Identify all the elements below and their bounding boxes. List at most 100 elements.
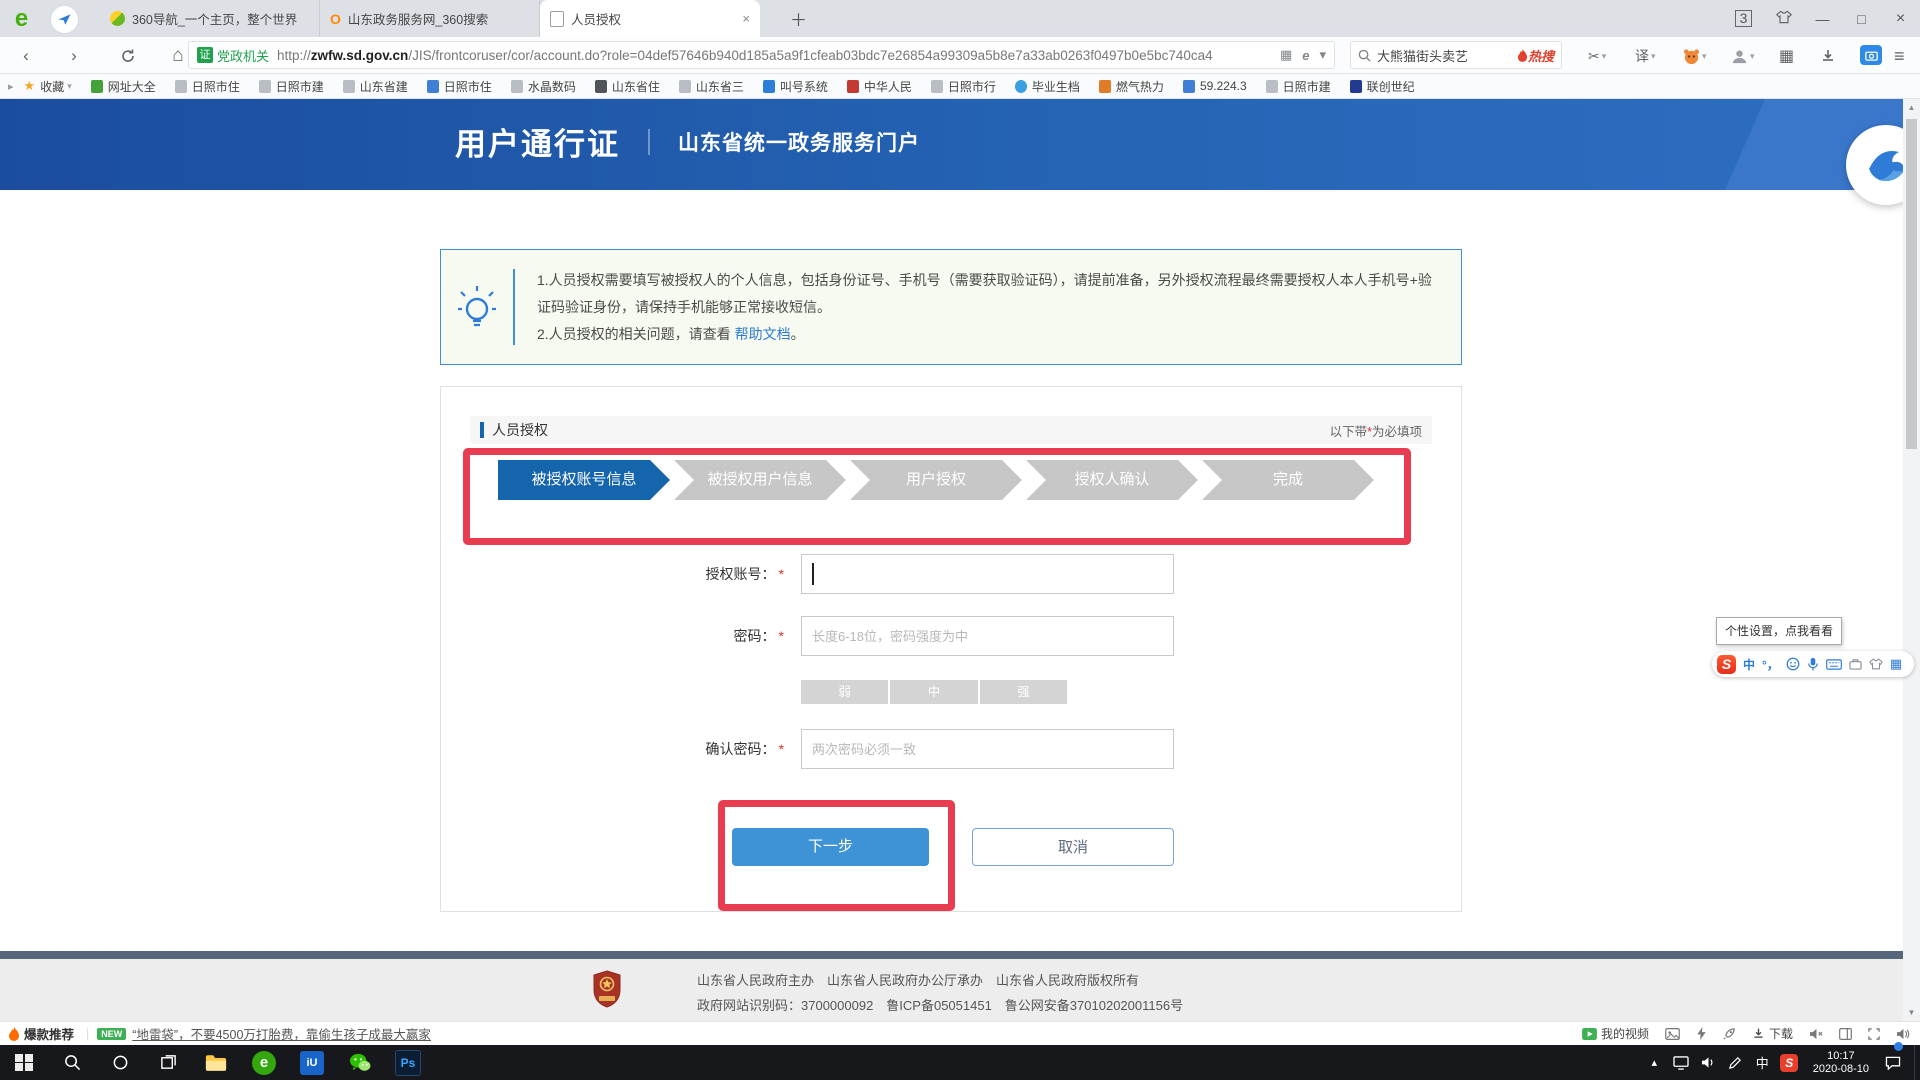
close-button[interactable]: × [1881, 10, 1920, 28]
maximize-button[interactable]: □ [1842, 11, 1881, 27]
ime-language-indicator[interactable]: 中 [1749, 1053, 1776, 1072]
bookmark-item[interactable]: 日照市建 [259, 78, 324, 95]
browser-360-logo-icon[interactable]: e [8, 5, 35, 32]
clip-tool-button[interactable]: ✂▾ [1588, 44, 1606, 68]
taskbar-search-button[interactable] [48, 1045, 96, 1080]
mute-button[interactable] [1809, 1028, 1823, 1040]
forward-button[interactable]: › [62, 44, 86, 68]
side-panel-button[interactable] [1839, 1028, 1852, 1040]
scroll-down-icon[interactable]: ▼ [1903, 1008, 1920, 1017]
bookmark-item[interactable]: 联创世纪 [1350, 78, 1415, 95]
next-step-button[interactable]: 下一步 [732, 828, 929, 866]
toolbox-icon[interactable] [1849, 658, 1862, 670]
photoshop-button[interactable]: Ps [384, 1045, 432, 1080]
bookmark-item[interactable]: 毕业生档 [1015, 78, 1080, 95]
ime-punctuation-icon[interactable]: °， [1762, 656, 1779, 673]
url-dropdown-icon[interactable]: ▾ [1319, 47, 1326, 63]
download-bar-button[interactable]: 下载 [1752, 1025, 1793, 1042]
tab-360-nav[interactable]: 360导航_一个主页，整个世界 [100, 0, 320, 37]
hot-search-link[interactable]: 热搜 [1517, 46, 1554, 65]
sogou-ime-toolbar[interactable]: S 中 °， ▦ [1712, 651, 1914, 677]
boost-button[interactable] [1696, 1027, 1707, 1040]
search-box[interactable]: 大熊猫街头卖艺 热搜 [1350, 41, 1562, 69]
scroll-up-icon[interactable]: ▲ [1903, 103, 1920, 112]
ime-mode-chinese[interactable]: 中 [1743, 656, 1755, 673]
iu-app-button[interactable]: iU [288, 1045, 336, 1080]
scrollbar-thumb[interactable] [1906, 119, 1917, 449]
skin-icon[interactable] [1764, 10, 1803, 27]
task-view-button[interactable] [144, 1045, 192, 1080]
bookmark-item[interactable]: 日照市住 [175, 78, 240, 95]
confirm-password-input[interactable] [801, 729, 1174, 769]
emoji-icon[interactable] [1786, 657, 1800, 671]
skin-icon[interactable] [1869, 658, 1883, 670]
url-text[interactable]: http://zwfw.sd.gov.cn/JIS/frontcoruser/c… [277, 48, 1270, 63]
bookmark-item[interactable]: 日照市行 [931, 78, 996, 95]
bookmarks-collapse-icon[interactable]: ▸ [8, 80, 14, 93]
image-tool-button[interactable] [1665, 1028, 1680, 1040]
bookmark-item[interactable]: 中华人民 [847, 78, 912, 95]
notification-center-icon[interactable] [1879, 1056, 1906, 1070]
hidden-icons-caret[interactable]: ▴ [1641, 1056, 1668, 1069]
wechat-button[interactable] [336, 1045, 384, 1080]
bookmark-item[interactable]: 日照市住 [427, 78, 492, 95]
ime-menu-grid-icon[interactable]: ▦ [1890, 656, 1902, 672]
qr-code-icon[interactable]: ▦ [1280, 47, 1292, 63]
help-doc-link[interactable]: 帮助文档 [735, 326, 791, 342]
back-button[interactable]: ‹ [14, 44, 38, 68]
refresh-button[interactable] [116, 44, 140, 68]
site-verification-badge[interactable]: 证 党政机关 [197, 46, 277, 65]
fullscreen-button[interactable] [1868, 1028, 1880, 1040]
favorites-menu[interactable]: ★ 收藏 ▾ [24, 78, 72, 95]
pen-input-icon[interactable] [1722, 1056, 1749, 1070]
tab-count-badge[interactable]: 3 [1735, 10, 1752, 27]
tab-360-search[interactable]: O 山东政务服务网_360搜索 [320, 0, 540, 37]
minimize-button[interactable]: — [1803, 11, 1842, 27]
account-button[interactable]: ▾ [1731, 44, 1755, 68]
voice-input-icon[interactable] [1807, 657, 1819, 671]
password-input[interactable] [801, 616, 1174, 656]
mascot-extension-button[interactable]: ▾ [1683, 44, 1707, 68]
promo-label[interactable]: 爆款推荐 [24, 1024, 74, 1043]
start-button[interactable] [0, 1045, 48, 1080]
network-monitor-icon[interactable] [1668, 1056, 1695, 1070]
ie-mode-icon[interactable]: e [1302, 48, 1309, 63]
account-input[interactable] [801, 554, 1174, 594]
address-bar[interactable]: 证 党政机关 http://zwfw.sd.gov.cn/JIS/frontco… [188, 41, 1335, 69]
page-scrollbar[interactable]: ▲ ▼ [1903, 99, 1920, 1021]
bookmark-item[interactable]: 山东省住 [595, 78, 660, 95]
tab-renyuan-shouquan-active[interactable]: 人员授权 × [540, 0, 760, 37]
sogou-logo-icon[interactable]: S [1717, 655, 1736, 674]
navigator-paper-plane-icon[interactable] [50, 5, 79, 34]
bookmark-item[interactable]: 日照市建 [1266, 78, 1331, 95]
bookmark-item[interactable]: 山东省建 [343, 78, 408, 95]
search-query[interactable]: 大熊猫街头卖艺 [1377, 46, 1517, 65]
browser-360-button[interactable]: e [240, 1045, 288, 1080]
cortana-button[interactable] [96, 1045, 144, 1080]
taskbar-clock[interactable]: 10:17 2020-08-10 [1813, 1050, 1869, 1076]
translate-button[interactable]: 译▾ [1635, 44, 1656, 68]
new-tab-button[interactable]: ＋ [790, 6, 807, 31]
screenshot-tool-icon[interactable] [1860, 45, 1882, 65]
rocket-speed-button[interactable] [1723, 1027, 1736, 1040]
my-videos-button[interactable]: 我的视频 [1582, 1025, 1649, 1042]
bookmark-item[interactable]: 水晶数码 [511, 78, 576, 95]
bookmark-item[interactable]: 叫号系统 [763, 78, 828, 95]
main-menu-button[interactable]: ≡ [1894, 44, 1905, 68]
show-desktop-button[interactable] [1914, 1045, 1920, 1080]
tab-close-icon[interactable]: × [742, 11, 750, 26]
bookmark-item[interactable]: 59.224.3 [1183, 79, 1247, 93]
bookmark-item[interactable]: 燃气热力 [1099, 78, 1164, 95]
home-button[interactable]: ⌂ [166, 44, 190, 68]
keyboard-icon[interactable] [1826, 659, 1842, 670]
volume-button[interactable] [1896, 1028, 1910, 1040]
bookmark-item[interactable]: 山东省三 [679, 78, 744, 95]
file-explorer-button[interactable] [192, 1045, 240, 1080]
speaker-icon[interactable] [1695, 1056, 1722, 1069]
sogou-tray-icon[interactable]: S [1776, 1054, 1803, 1072]
download-manager-button[interactable] [1820, 44, 1836, 68]
apps-grid-button[interactable]: ▦ [1779, 44, 1794, 68]
promo-headline-link[interactable]: “地雷袋”，不要4500万打胎费，靠偷生孩子成最大赢家 [132, 1024, 431, 1043]
bookmark-item[interactable]: 网址大全 [91, 78, 156, 95]
cancel-button[interactable]: 取消 [972, 828, 1174, 866]
